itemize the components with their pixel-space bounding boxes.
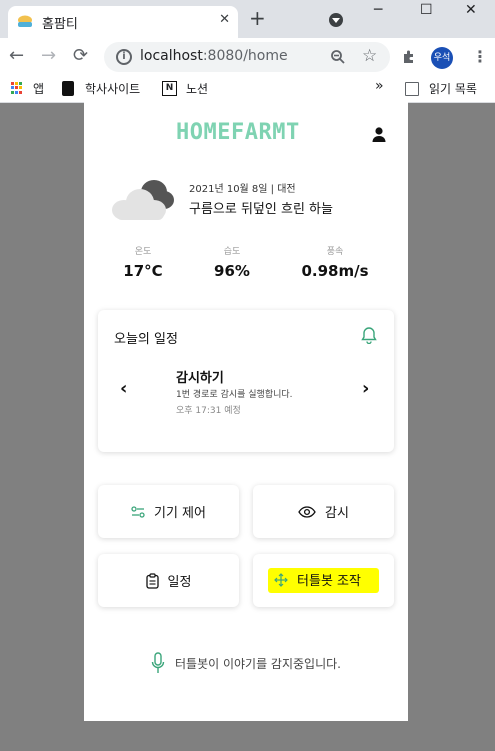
app-page: HOMEFARMT 2021년 10월 8일 | 대전 구름으로 뒤덮인 흐린 …: [84, 102, 408, 721]
tab-title: 홈팜티: [42, 17, 78, 32]
cloudy-weather-icon: [112, 180, 174, 220]
bookmarks-bar: 앱 학사사이트 N 노션 » 읽기 목록: [0, 76, 495, 103]
reading-list-label[interactable]: 읽기 목록: [429, 80, 477, 97]
address-bar[interactable]: i localhost:8080/home ☆: [104, 42, 390, 72]
turtlebot-control-button[interactable]: 터틀봇 조작: [253, 554, 394, 607]
tab-search-icon[interactable]: [329, 13, 343, 27]
bookmark-apps[interactable]: 앱: [33, 80, 44, 97]
reload-button[interactable]: ⟳: [73, 46, 88, 66]
minimize-button[interactable]: ─: [374, 2, 382, 18]
profile-avatar[interactable]: 우석: [431, 47, 453, 69]
move-arrows-icon: [274, 572, 288, 587]
weather-date: 2021년 10월 8일 | 대전: [189, 184, 296, 195]
browser-menu-icon[interactable]: ⋮: [472, 47, 488, 66]
more-bookmarks-icon[interactable]: »: [375, 78, 384, 94]
eye-icon: [298, 505, 316, 518]
user-icon[interactable]: [371, 126, 387, 142]
zoom-icon[interactable]: [330, 49, 346, 65]
back-button[interactable]: ←: [9, 46, 24, 66]
voice-status-text: 터틀봇이 이야기를 감지중입니다.: [174, 656, 341, 671]
wind-speed-value: 0.98m/s: [301, 262, 369, 280]
event-title: 감시하기: [176, 371, 224, 386]
browser-tab[interactable]: 홈팜티 ✕: [8, 6, 238, 38]
schedule-button[interactable]: 일정: [98, 554, 239, 607]
browser-toolbar: ← → ⟳ i localhost:8080/home ☆ 우석 ⋮: [0, 38, 495, 76]
site-info-icon[interactable]: i: [116, 49, 132, 65]
url-text[interactable]: localhost:8080/home: [140, 48, 288, 64]
bell-icon[interactable]: [361, 326, 377, 344]
reading-list-icon[interactable]: [405, 82, 419, 96]
weather-description: 구름으로 뒤덮인 흐린 하늘: [189, 202, 333, 217]
temperature-value: 17°C: [123, 262, 163, 280]
prev-event-icon[interactable]: ‹: [120, 378, 127, 399]
browser-titlebar: 홈팜티 ✕ + ─ ☐ ✕: [0, 0, 495, 38]
notion-icon: N: [162, 81, 177, 96]
schedule-button-label: 일정: [167, 575, 192, 590]
schedule-title: 오늘의 일정: [114, 332, 178, 347]
monitor-button[interactable]: 감시: [253, 485, 394, 538]
turtlebot-control-label: 터틀봇 조작: [297, 574, 361, 589]
clipboard-icon: [145, 572, 159, 589]
event-description: 1번 경로로 감시를 실행합니다.: [176, 390, 293, 400]
tab-close-icon[interactable]: ✕: [219, 12, 230, 27]
extensions-icon[interactable]: [401, 49, 417, 65]
maximize-button[interactable]: ☐: [420, 2, 433, 18]
academic-site-icon: [62, 81, 74, 96]
microphone-icon: [151, 652, 165, 673]
bookmark-star-icon[interactable]: ☆: [362, 46, 377, 66]
event-time: 오후 17:31 예정: [176, 406, 241, 416]
humidity-label: 습도: [223, 247, 241, 257]
bookmark-academic[interactable]: 학사사이트: [85, 80, 140, 97]
next-event-icon[interactable]: ›: [362, 378, 369, 399]
sliders-icon: [131, 505, 145, 518]
new-tab-button[interactable]: +: [249, 8, 266, 28]
voice-status: 터틀봇이 이야기를 감지중입니다.: [84, 652, 408, 674]
humidity-value: 96%: [214, 262, 250, 280]
device-control-button[interactable]: 기기 제어: [98, 485, 239, 538]
app-favicon-icon: [18, 15, 32, 27]
temperature-label: 온도: [134, 247, 152, 257]
bookmark-notion[interactable]: 노션: [186, 80, 208, 97]
app-logo: HOMEFARMT: [176, 120, 300, 145]
schedule-card: 오늘의 일정 ‹ 감시하기 1번 경로로 감시를 실행합니다. 오후 17:31…: [98, 310, 394, 452]
apps-grid-icon[interactable]: [11, 82, 23, 94]
close-window-button[interactable]: ✕: [465, 2, 477, 18]
monitor-label: 감시: [325, 506, 349, 521]
turtlebot-highlight: 터틀봇 조작: [268, 568, 379, 593]
device-control-label: 기기 제어: [154, 506, 206, 521]
forward-button[interactable]: →: [41, 46, 56, 66]
wind-speed-label: 풍속: [326, 247, 344, 257]
